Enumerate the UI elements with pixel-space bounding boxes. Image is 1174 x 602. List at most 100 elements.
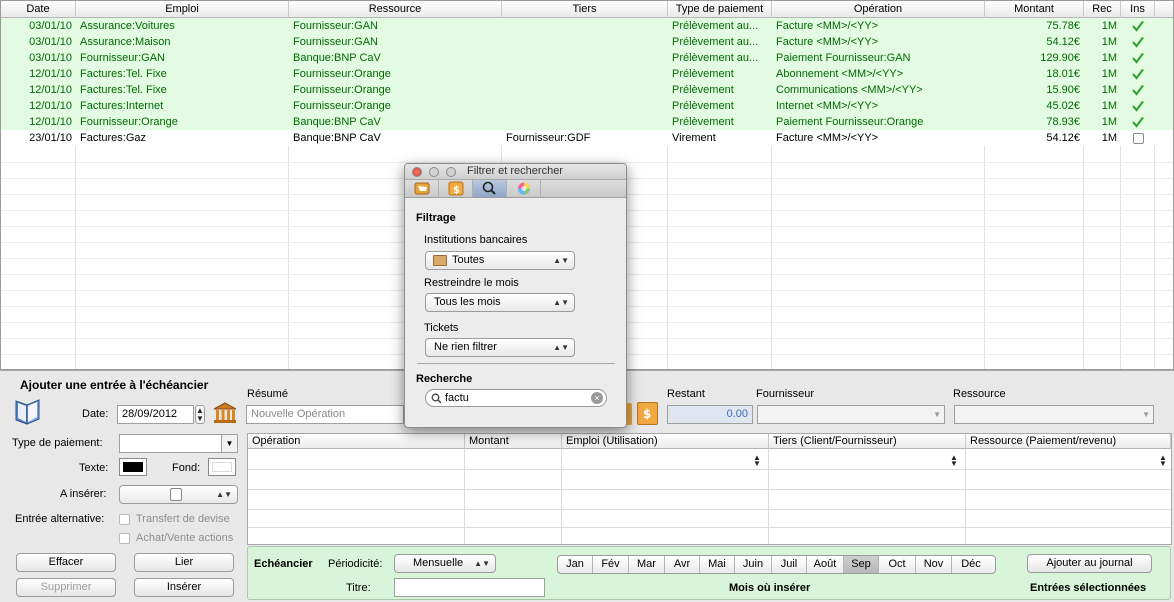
date-field[interactable]: 28/09/2012 (117, 405, 194, 424)
periodicite-popup[interactable]: Mensuelle ▲▼ (394, 554, 496, 573)
transfert-checkbox[interactable] (119, 514, 130, 525)
month-0[interactable]: Jan (558, 556, 593, 573)
magnifier-tab-icon (482, 181, 496, 195)
cell-montant: 45.02€ (1046, 100, 1080, 112)
checkmark-icon[interactable] (1121, 66, 1155, 82)
zoom-button[interactable] (446, 167, 456, 177)
tickets-popup[interactable]: Ne rien filtrer ▲▼ (425, 338, 575, 357)
col-date-header[interactable]: Date (1, 1, 76, 18)
checkmark-icon[interactable] (1121, 98, 1155, 114)
mois-label: Restreindre le mois (424, 277, 519, 289)
resume-field[interactable]: Nouvelle Opération (246, 405, 404, 424)
ajouter-journal-button[interactable]: Ajouter au journal (1027, 554, 1152, 573)
table-row[interactable]: 03/01/10 Fournisseur:GAN Banque:BNP CaV Pré… (1, 50, 1173, 66)
table-row[interactable]: 12/01/10 Factures:Tel. Fixe Fournisseur:Or… (1, 66, 1173, 82)
restant-label: Restant (667, 388, 705, 400)
institutions-popup[interactable]: Toutes ▲▼ (425, 251, 575, 270)
tab-search[interactable] (473, 180, 507, 197)
recherche-label: Recherche (416, 373, 473, 385)
cell-date: 03/01/10 (29, 20, 72, 32)
filter-search-panel: Filtrer et rechercher $ Filtrage Institu… (404, 163, 627, 428)
tab-cart[interactable] (405, 180, 439, 197)
month-2[interactable]: Mar (629, 556, 665, 573)
month-11[interactable]: Déc (952, 556, 990, 573)
close-button[interactable] (412, 167, 422, 177)
supprimer-button[interactable]: Supprimer (16, 578, 116, 597)
achat-checkbox[interactable] (119, 533, 130, 544)
table-row[interactable]: 03/01/10 Assurance:Voitures Fournisseur:GA… (1, 18, 1173, 34)
month-8[interactable]: Sep (844, 556, 879, 573)
texte-label: Texte: (79, 462, 109, 474)
a-inserer-popup[interactable]: ▲▼ (119, 485, 238, 504)
fournisseur-label: Fournisseur (756, 388, 815, 400)
mois-popup[interactable]: Tous les mois ▲▼ (425, 293, 575, 312)
effacer-button[interactable]: Effacer (16, 553, 116, 572)
minimize-button[interactable] (429, 167, 439, 177)
tab-money[interactable]: $ (439, 180, 473, 197)
lier-button[interactable]: Lier (134, 553, 234, 572)
cell-operation: Paiement Fournisseur:GAN (776, 52, 911, 64)
grid-col-montant[interactable]: Montant (465, 434, 562, 449)
month-10[interactable]: Nov (916, 556, 952, 573)
background-color-well[interactable] (208, 458, 236, 476)
table-row[interactable]: 23/01/10 Factures:Gaz Banque:BNP CaV Fourni… (1, 130, 1173, 146)
cell-type: Prélèvement (672, 68, 734, 80)
cell-ressource: Fournisseur:GAN (293, 20, 378, 32)
ressource-combo[interactable]: ▼ (954, 405, 1154, 424)
money-icon[interactable]: $ (637, 402, 658, 425)
col-type-header[interactable]: Type de paiement (668, 1, 772, 18)
grid-col-ressource[interactable]: Ressource (Paiement/revenu) (966, 434, 1171, 449)
search-input[interactable]: factu × (425, 389, 607, 407)
month-5[interactable]: Juin (735, 556, 772, 573)
col-ressource-header[interactable]: Ressource (289, 1, 502, 18)
emploi-stepper[interactable]: ▲ ▼ (753, 454, 761, 468)
ressource-stepper[interactable]: ▲ ▼ (1159, 454, 1167, 468)
cell-type: Prélèvement au... (672, 36, 759, 48)
fournisseur-combo[interactable]: ▼ (757, 405, 945, 424)
table-row[interactable]: 12/01/10 Factures:Tel. Fixe Fournisseur:Or… (1, 82, 1173, 98)
table-row[interactable]: 12/01/10 Fournisseur:Orange Banque:BNP CaV… (1, 114, 1173, 130)
col-operation-header[interactable]: Opération (772, 1, 985, 18)
cell-operation: Paiement Fournisseur:Orange (776, 116, 924, 128)
text-color-well[interactable] (119, 458, 147, 476)
month-4[interactable]: Mai (700, 556, 735, 573)
tab-colors[interactable] (507, 180, 541, 197)
cell-emploi: Assurance:Maison (80, 36, 171, 48)
checkmark-icon[interactable] (1121, 50, 1155, 66)
clear-search-icon[interactable]: × (591, 392, 603, 404)
bank-icon[interactable] (212, 401, 238, 425)
col-tiers-header[interactable]: Tiers (502, 1, 668, 18)
checkmark-icon[interactable] (1121, 82, 1155, 98)
restant-field: 0.00 (667, 405, 753, 424)
col-montant-header[interactable]: Montant (985, 1, 1084, 18)
checkmark-icon[interactable] (1121, 34, 1155, 50)
month-selector: Jan Fév Mar Avr Mai Juin Juil Août Sep Oct Nov Déc (557, 555, 996, 574)
cell-emploi: Fournisseur:Orange (80, 116, 178, 128)
month-7[interactable]: Août (807, 556, 844, 573)
tiers-stepper[interactable]: ▲ ▼ (950, 454, 958, 468)
inserer-button[interactable]: Insérer (134, 578, 234, 597)
col-emploi-header[interactable]: Emploi (76, 1, 289, 18)
table-row[interactable]: 03/01/10 Assurance:Maison Fournisseur:GAN P… (1, 34, 1173, 50)
grid-col-emploi[interactable]: Emploi (Utilisation) (562, 434, 769, 449)
month-3[interactable]: Avr (665, 556, 700, 573)
cell-tiers (502, 82, 668, 98)
cell-tiers (502, 34, 668, 50)
panel-title: Filtrer et rechercher (467, 165, 563, 177)
table-row[interactable]: 12/01/10 Factures:Internet Fournisseur:Ora… (1, 98, 1173, 114)
checkmark-icon[interactable] (1121, 114, 1155, 130)
insert-checkbox[interactable] (1121, 130, 1155, 146)
type-paiement-combo[interactable]: ▼ (119, 434, 238, 453)
col-rec-header[interactable]: Rec (1084, 1, 1121, 18)
month-1[interactable]: Fév (593, 556, 629, 573)
col-ins-header[interactable]: Ins (1121, 1, 1155, 18)
transfert-label: Transfert de devise (136, 513, 230, 525)
month-9[interactable]: Oct (879, 556, 916, 573)
grid-col-tiers[interactable]: Tiers (Client/Fournisseur) (769, 434, 966, 449)
titre-field[interactable] (394, 578, 545, 597)
cell-type: Prélèvement au... (672, 20, 759, 32)
month-6[interactable]: Juil (772, 556, 807, 573)
grid-col-operation[interactable]: Opération (248, 434, 465, 449)
checkmark-icon[interactable] (1121, 18, 1155, 34)
date-stepper[interactable]: ▲ ▼ (195, 405, 205, 424)
